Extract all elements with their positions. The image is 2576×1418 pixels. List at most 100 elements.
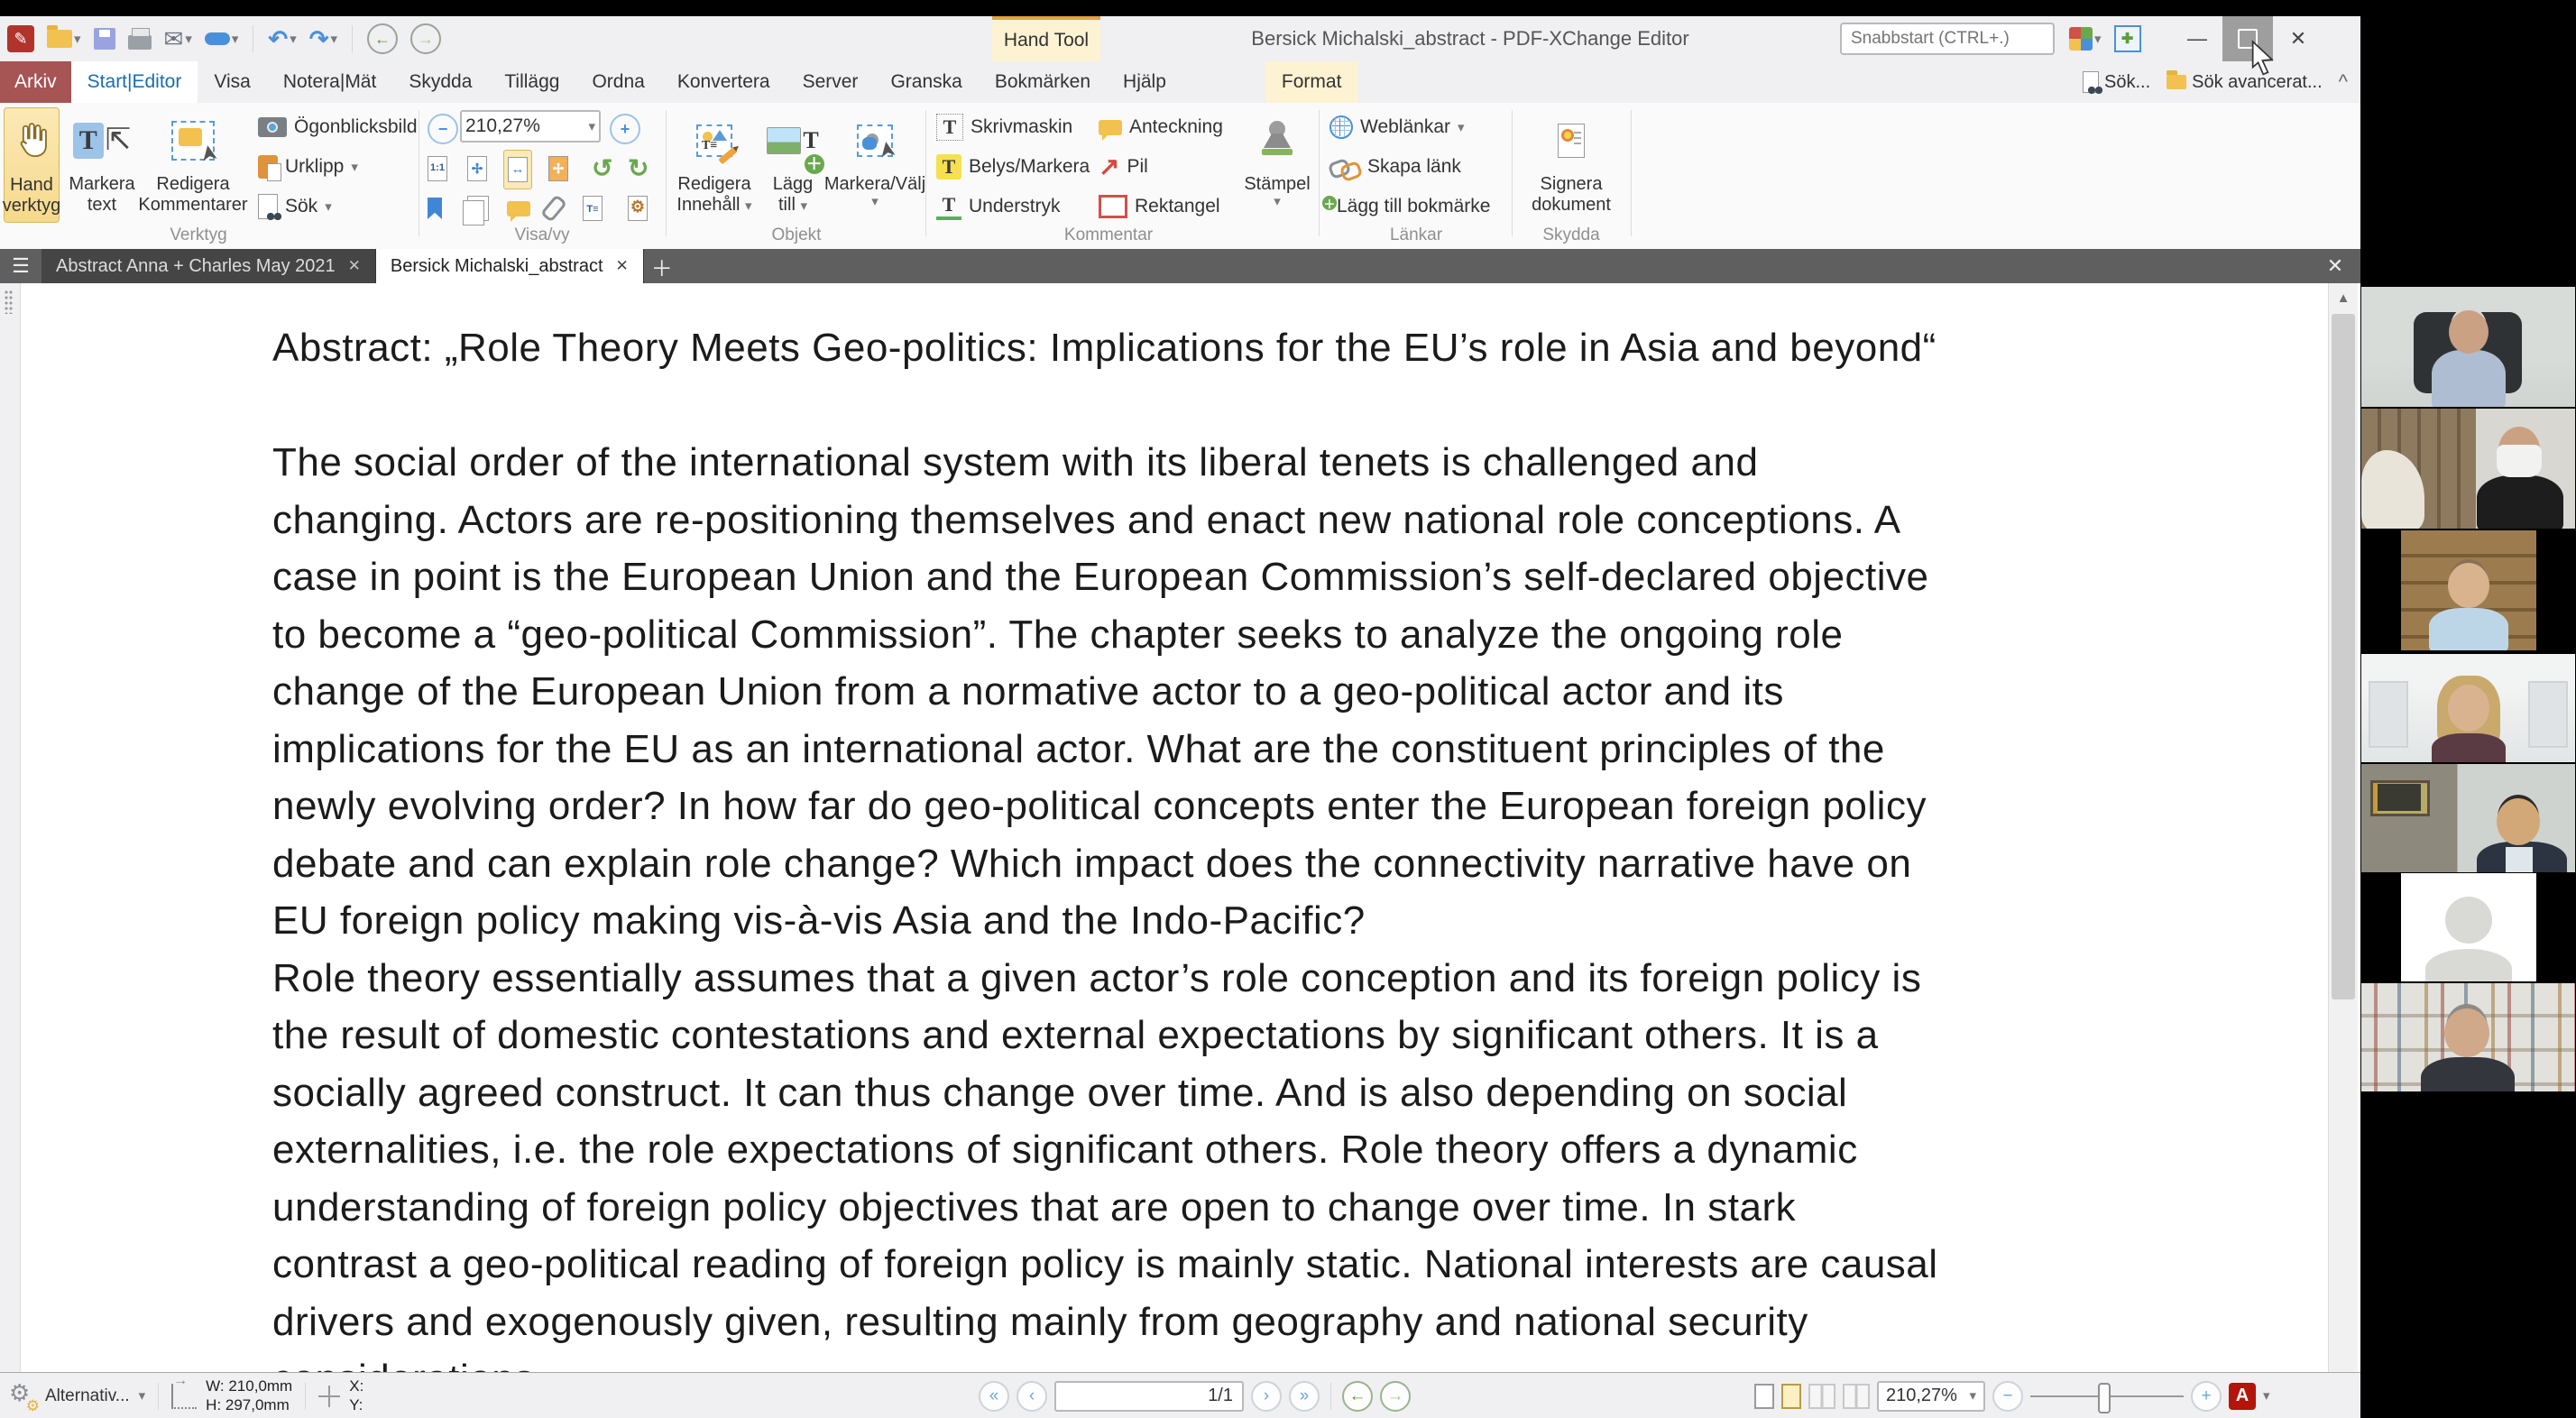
fit-page-button[interactable]: ✢	[464, 150, 491, 188]
video-participant-7[interactable]	[2361, 983, 2575, 1091]
zoom-slider[interactable]	[2030, 1395, 2184, 1397]
save-as-button[interactable]: ▾	[203, 31, 241, 48]
customize-ui-button[interactable]: ▾	[2067, 25, 2103, 52]
menu-notera-mat[interactable]: Notera|Mät	[267, 61, 393, 103]
menu-arkiv[interactable]: Arkiv	[0, 61, 71, 103]
quickstart-search-input[interactable]	[1849, 28, 2074, 50]
menu-hjalp[interactable]: Hjälp	[1107, 61, 1182, 103]
note-button[interactable]: Anteckning	[1095, 108, 1227, 146]
weblinks-button[interactable]: Weblänkar ▾	[1326, 108, 1468, 146]
rotate-cw-button[interactable]: ↻	[624, 150, 652, 188]
select-object-button[interactable]: ➤ Markera/Välj ▾	[830, 107, 920, 223]
tab-close-icon[interactable]: ✕	[348, 257, 361, 275]
thumbnails-pane-button[interactable]	[464, 189, 492, 227]
menu-visa[interactable]: Visa	[198, 61, 266, 103]
menu-ordna[interactable]: Ordna	[575, 61, 660, 103]
close-button[interactable]: ✕	[2273, 16, 2323, 61]
collapse-ribbon-button[interactable]: ^	[2339, 70, 2348, 94]
attachments-pane-button[interactable]	[543, 189, 565, 227]
menu-bokmarken[interactable]: Bokmärken	[979, 61, 1107, 103]
stamp-button[interactable]: Stämpel ▾	[1239, 107, 1315, 223]
video-participant-5[interactable]	[2361, 764, 2575, 872]
first-page-button[interactable]: «	[979, 1381, 1009, 1412]
clipboard-button[interactable]: Urklipp ▾	[254, 148, 362, 186]
statusbar-zoom-combobox[interactable]: 210,27% ▾	[1877, 1381, 1985, 1412]
zoom-level-combobox[interactable]: 210,27% ▾	[460, 110, 601, 143]
edit-content-button[interactable]: T≡ Redigera Innehåll ▾	[673, 107, 756, 223]
zoom-out-button[interactable]: −	[424, 110, 462, 148]
zoom-in-button[interactable]: +	[606, 110, 644, 148]
bookmarks-pane-button[interactable]	[424, 189, 446, 227]
new-tab-button[interactable]: ＋	[644, 249, 680, 283]
next-page-button[interactable]: ›	[1251, 1381, 1282, 1412]
video-participant-1[interactable]	[2361, 287, 2575, 407]
menu-skydda[interactable]: Skydda	[392, 61, 488, 103]
properties-pane-button[interactable]: ⚙	[624, 189, 651, 227]
close-document-button[interactable]: ✕	[2317, 249, 2353, 283]
ribbon-search-button[interactable]: Sök ▾	[254, 188, 336, 226]
undo-button[interactable]: ↶▾	[266, 25, 298, 52]
zoom-slider-handle[interactable]	[2098, 1383, 2111, 1413]
history-back-button[interactable]: ←	[365, 22, 400, 56]
rotate-ccw-button[interactable]: ↺	[588, 150, 616, 188]
scroll-up-icon[interactable]: ▲	[2329, 283, 2358, 312]
print-button[interactable]	[126, 26, 153, 51]
scrollbar-thumb[interactable]	[2332, 314, 2355, 999]
typewriter-button[interactable]: T Skrivmaskin	[933, 108, 1076, 146]
tab-close-icon[interactable]: ✕	[616, 257, 629, 275]
search-button[interactable]: Sök...	[2083, 71, 2150, 93]
statusbar-zoom-in-button[interactable]: +	[2191, 1381, 2222, 1412]
continuous-layout-button[interactable]	[1781, 1384, 1801, 1409]
two-page-layout-button[interactable]	[1808, 1384, 1835, 1409]
content-pane-button[interactable]: T≡	[579, 189, 606, 227]
open-button[interactable]: ▾	[45, 28, 83, 50]
comments-pane-button[interactable]	[503, 189, 534, 227]
options-button[interactable]: Alternativ...	[45, 1386, 130, 1406]
menu-granska[interactable]: Granska	[874, 61, 978, 103]
tab-menu-button[interactable]: ☰	[0, 249, 41, 283]
previous-page-button[interactable]: ‹	[1017, 1381, 1047, 1412]
save-button[interactable]	[92, 26, 117, 51]
fit-width-button[interactable]: ↔	[503, 150, 532, 189]
statusbar-zoom-out-button[interactable]: −	[1992, 1381, 2023, 1412]
minimize-button[interactable]: —	[2172, 16, 2222, 61]
vertical-scrollbar[interactable]: ▲	[2328, 283, 2358, 1388]
rectangle-button[interactable]: Rektangel	[1095, 188, 1224, 226]
open-in-acrobat-button[interactable]: A	[2229, 1383, 2256, 1410]
tab-abstract-anna-charles[interactable]: Abstract Anna + Charles May 2021 ✕	[41, 249, 376, 283]
single-page-layout-button[interactable]	[1754, 1384, 1774, 1409]
arrow-button[interactable]: ↗ Pil	[1095, 148, 1152, 186]
add-bookmark-button[interactable]: ＋ Lägg till bokmärke	[1326, 188, 1494, 226]
two-page-continuous-layout-button[interactable]	[1843, 1384, 1870, 1409]
menu-server[interactable]: Server	[787, 61, 875, 103]
snapshot-button[interactable]: Ögonblicksbild	[254, 108, 421, 146]
add-object-button[interactable]: T ＋ Lägg till ▾	[761, 107, 824, 223]
quickstart-search[interactable]: ⌕	[1840, 23, 2055, 55]
hand-tool-button[interactable]: Hand verktyg	[4, 107, 60, 223]
create-link-button[interactable]: Skapa länk	[1326, 148, 1465, 186]
menu-tillagg[interactable]: Tillägg	[488, 61, 575, 103]
redo-button[interactable]: ↷▾	[308, 25, 339, 52]
sign-document-button[interactable]: Signera dokument	[1523, 107, 1620, 223]
view-history-back-button[interactable]: ←	[1342, 1381, 1373, 1412]
advanced-search-button[interactable]: Sök avancerat...	[2167, 72, 2323, 93]
edit-comments-button[interactable]: ➤ Redigera Kommentarer	[143, 107, 244, 223]
email-button[interactable]: ✉▾	[162, 25, 194, 52]
highlight-button[interactable]: T Belys/Markera	[933, 148, 1093, 186]
select-text-button[interactable]: T ⇱ Markera text	[63, 107, 141, 223]
last-page-button[interactable]: »	[1289, 1381, 1320, 1412]
menu-konvertera[interactable]: Konvertera	[661, 61, 787, 103]
page-number-input[interactable]	[1054, 1381, 1244, 1412]
video-participant-4[interactable]	[2361, 654, 2575, 762]
view-history-forward-button[interactable]: →	[1380, 1381, 1411, 1412]
navigation-pane-strip[interactable]	[0, 283, 21, 1388]
underline-button[interactable]: T Understryk	[933, 188, 1064, 226]
menu-start-editor[interactable]: Start|Editor	[71, 61, 198, 103]
actual-size-button[interactable]: 1:1	[424, 150, 451, 188]
history-forward-button[interactable]: →	[409, 22, 443, 56]
tab-bersick-michalski[interactable]: Bersick Michalski_abstract ✕	[376, 249, 644, 283]
video-participant-2[interactable]	[2361, 409, 2575, 529]
fullscreen-button[interactable]: ✚	[2112, 23, 2143, 54]
menu-format[interactable]: Format	[1265, 61, 1358, 103]
video-participant-3[interactable]	[2361, 530, 2575, 650]
